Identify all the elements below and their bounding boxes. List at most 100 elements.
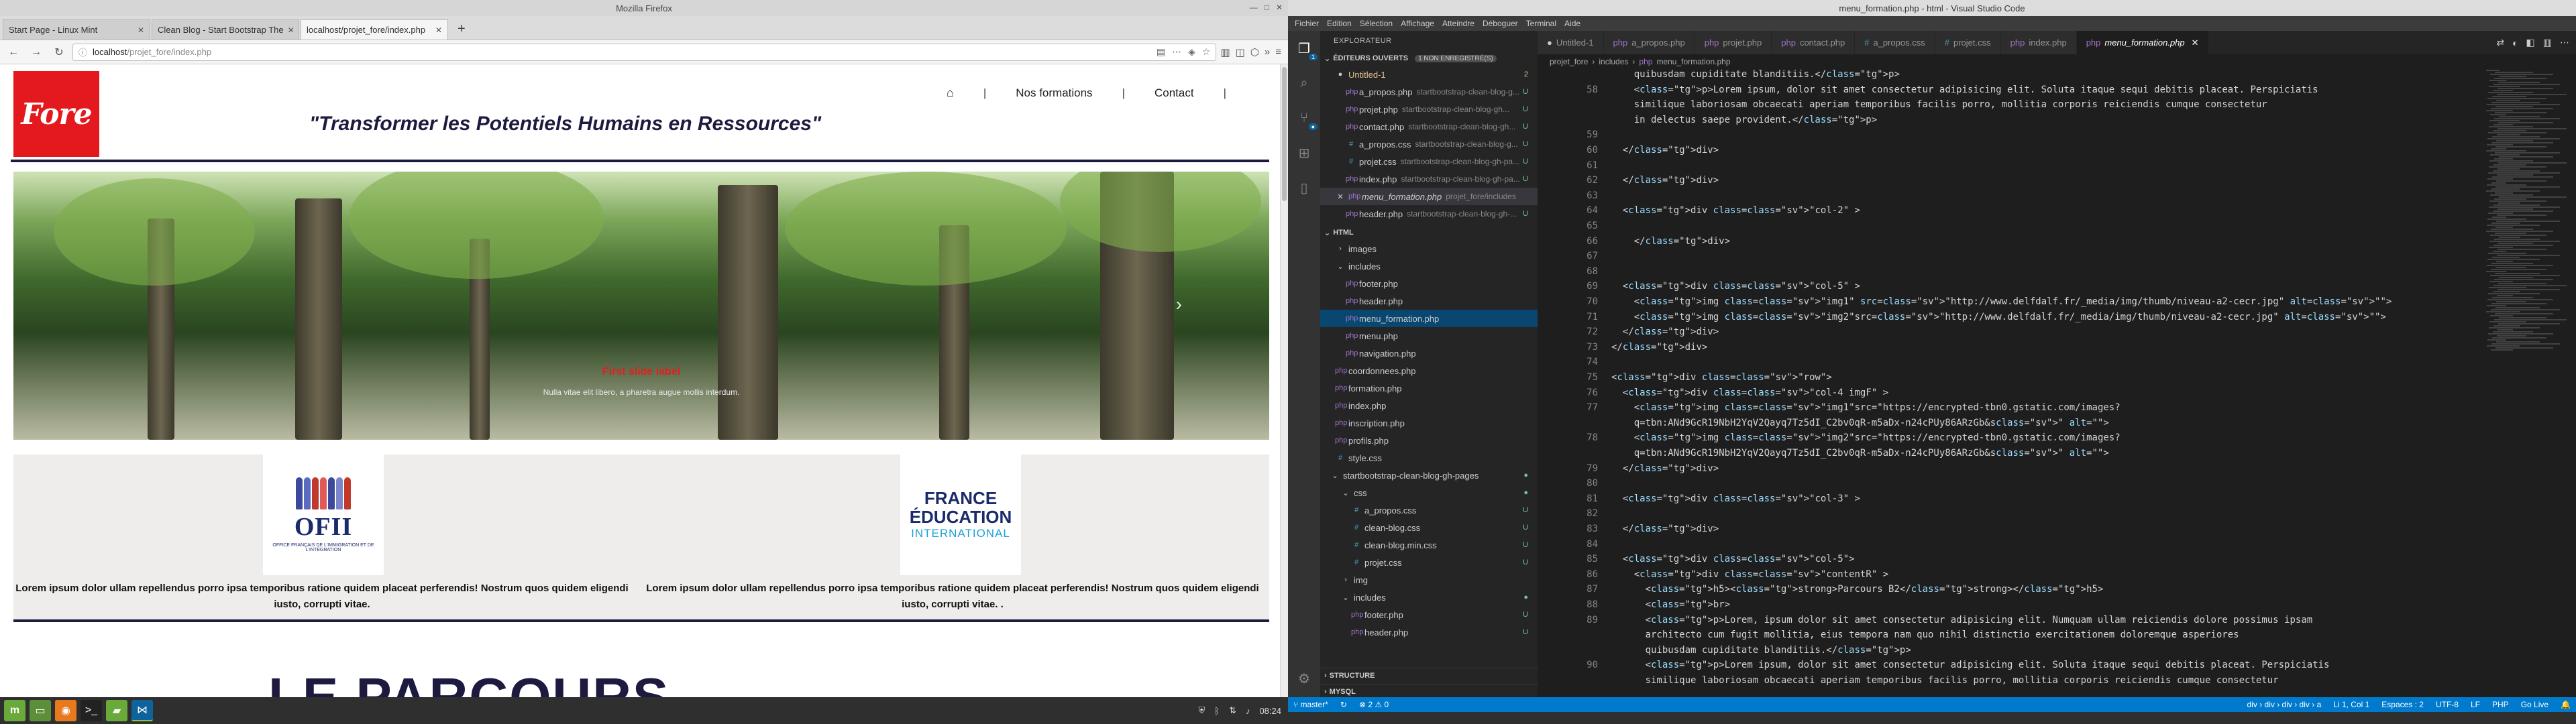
explorer-icon[interactable]: ❐ 1 xyxy=(1295,39,1318,60)
status-eol[interactable]: LF xyxy=(2471,700,2480,709)
browser-tab[interactable]: Start Page - Linux Mint ✕ xyxy=(3,19,150,40)
code-editor[interactable]: quibusdam cupiditate blanditiis.</class=… xyxy=(1538,69,2463,697)
firefox-launcher-icon[interactable]: ◉ xyxy=(55,700,76,721)
tree-file[interactable]: php header.php U xyxy=(1320,623,1538,641)
menu-atteindre[interactable]: Atteindre xyxy=(1438,19,1479,28)
tree-folder[interactable]: ⌄ css ● xyxy=(1320,484,1538,501)
tree-folder[interactable]: ⌄ includes ● xyxy=(1320,589,1538,606)
pocket-icon[interactable]: ◈ xyxy=(1188,46,1195,58)
menu-deboguer[interactable]: Déboguer xyxy=(1479,19,1522,28)
status-go-live[interactable]: Go Live xyxy=(2521,700,2548,709)
open-editor-item-active[interactable]: ✕ php menu_formation.php projet_fore/includ… xyxy=(1320,188,1538,205)
reload-icon[interactable]: ↻ xyxy=(50,43,68,62)
bluetooth-icon[interactable]: ᛒ xyxy=(1214,706,1220,716)
code-line[interactable]: quibusdam cupiditate blanditiis.</class=… xyxy=(1611,69,1900,80)
code-line[interactable]: quibusdam cupiditate blanditiis.</class=… xyxy=(1611,645,1911,656)
info-icon[interactable]: ⓘ xyxy=(78,46,87,58)
editor-tab[interactable]: php a_propos.php xyxy=(1603,31,1695,54)
open-editors-header[interactable]: ⌄ ÉDITEURS OUVERTS 1 NON ENREGISTRÉ(S) xyxy=(1320,51,1538,66)
code-line[interactable]: <class="tg">p>Lorem, ipsum dolor sit ame… xyxy=(1611,615,2313,625)
open-editor-item[interactable]: php index.php startbootstrap-clean-blog-gh… xyxy=(1320,170,1538,188)
open-editor-item[interactable]: php header.php startbootstrap-clean-blog-g… xyxy=(1320,205,1538,223)
code-line[interactable]: <class="tg">div class=class="sv">"col-4 … xyxy=(1611,387,1888,398)
tree-folder[interactable]: ⌄ startbootstrap-clean-blog-gh-pages ● xyxy=(1320,467,1538,484)
tree-file[interactable]: php coordonnees.php xyxy=(1320,362,1538,379)
hero-carousel[interactable]: › First slide label Nulla vitae elit lib… xyxy=(13,172,1269,440)
database-icon[interactable]: ▯ xyxy=(1295,178,1313,197)
tree-file[interactable]: php footer.php xyxy=(1320,275,1538,292)
shield-icon[interactable]: ⛨ xyxy=(1198,705,1205,716)
browser-tab[interactable]: Clean Blog - Start Bootstrap The ✕ xyxy=(152,19,299,40)
editor-tab[interactable]: php projet.php xyxy=(1695,31,1772,54)
forward-icon[interactable]: → xyxy=(27,43,46,62)
home-icon[interactable]: ⌂ xyxy=(947,86,954,100)
sidebar-icon[interactable]: ◫ xyxy=(1236,46,1245,58)
tree-file[interactable]: php index.php xyxy=(1320,397,1538,414)
code-line[interactable]: <class="tg">br> xyxy=(1611,599,1730,610)
scrollbar-thumb[interactable] xyxy=(1282,67,1287,201)
hamburger-menu-icon[interactable]: ≡ xyxy=(1275,46,1281,58)
code-line[interactable]: <class="tg">h5><class="tg">strong>Parcou… xyxy=(1611,584,2104,595)
mint-menu-icon[interactable]: m xyxy=(4,700,25,721)
code-line[interactable]: </class="tg">div> xyxy=(1611,236,1730,247)
code-line[interactable]: </class="tg">div> xyxy=(1611,342,1707,353)
tree-file[interactable]: php profils.php xyxy=(1320,432,1538,449)
overflow-icon[interactable]: » xyxy=(1265,46,1270,58)
structure-header[interactable]: › STRUCTURE xyxy=(1320,668,1538,682)
network-icon[interactable]: ⇅ xyxy=(1229,705,1236,716)
clock[interactable]: 08:24 xyxy=(1259,706,1281,716)
tree-file[interactable]: php header.php xyxy=(1320,292,1538,310)
close-tab-icon[interactable]: ✕ xyxy=(431,25,442,35)
tree-file[interactable]: # clean-blog.min.css U xyxy=(1320,536,1538,554)
code-line[interactable]: architecto cum fugit mollitia, eius temp… xyxy=(1611,629,2239,640)
tree-file[interactable]: php inscription.php xyxy=(1320,414,1538,432)
mysql-header[interactable]: › MYSQL xyxy=(1320,684,1538,697)
source-control-icon[interactable]: ⑂ ● xyxy=(1295,109,1318,130)
page-actions-icon[interactable]: ⋯ xyxy=(1172,46,1181,58)
page-scrollbar[interactable] xyxy=(1280,64,1288,697)
open-editor-item[interactable]: # a_propos.css startbootstrap-clean-blog-g… xyxy=(1320,135,1538,153)
problems-indicator[interactable]: ⊗ 2 ⚠ 0 xyxy=(1359,700,1389,709)
status-element-path[interactable]: div › div › div › div › a xyxy=(2247,700,2322,709)
code-line[interactable]: <class="tg">div class=class="sv">"col-2"… xyxy=(1611,205,1860,216)
editor-tab[interactable]: php index.php xyxy=(2000,31,2077,54)
breadcrumb-item[interactable]: menu_formation.php xyxy=(1656,57,1730,66)
open-editor-item[interactable]: # projet.css startbootstrap-clean-blog-gh-… xyxy=(1320,153,1538,170)
preview-icon[interactable]: ◧ xyxy=(2526,37,2535,48)
terminal-launcher-icon[interactable]: >_ xyxy=(80,700,102,721)
menu-fichier[interactable]: Fichier xyxy=(1291,19,1323,28)
code-line[interactable]: <class="tg">div class=class="sv">"conten… xyxy=(1611,569,1888,580)
code-line[interactable]: in delectus saepe provident.</class="tg"… xyxy=(1611,115,1877,125)
volume-icon[interactable]: ♪ xyxy=(1246,706,1250,716)
bookmark-star-icon[interactable]: ☆ xyxy=(1202,46,1211,58)
menu-affichage[interactable]: Affichage xyxy=(1397,19,1438,28)
close-tab-icon[interactable]: ✕ xyxy=(133,25,144,35)
editor-tab[interactable]: ● Untitled-1 xyxy=(1538,31,1604,54)
tree-file[interactable]: # style.css xyxy=(1320,449,1538,467)
status-indentation[interactable]: Espaces : 2 xyxy=(2381,700,2424,709)
tree-file[interactable]: php menu.php xyxy=(1320,327,1538,345)
compare-icon[interactable]: ⇄ xyxy=(2496,37,2504,48)
close-tab-icon[interactable]: ✕ xyxy=(2192,38,2199,48)
editor-tab[interactable]: # projet.css xyxy=(1935,31,2001,54)
editor-tab-active[interactable]: php menu_formation.php ✕ xyxy=(2076,31,2209,54)
vscode-launcher-icon[interactable]: ⋈ xyxy=(131,700,153,721)
code-line[interactable]: <class="tg">img class=class="sv">"img2"s… xyxy=(1611,432,2121,443)
new-tab-icon[interactable]: + xyxy=(449,21,474,40)
open-editor-item[interactable]: php contact.php startbootstrap-clean-blog-… xyxy=(1320,118,1538,135)
code-line[interactable]: <class="tg">p>Lorem ipsum, dolor sit ame… xyxy=(1611,660,2330,670)
code-line[interactable]: similique laboriosam obcaecati aperiam t… xyxy=(1611,675,2279,686)
maximize-icon[interactable]: □ xyxy=(1265,3,1269,12)
settings-gear-icon[interactable]: ⚙ xyxy=(1295,669,1313,688)
show-desktop-icon[interactable]: ▭ xyxy=(30,700,51,721)
menu-terminal[interactable]: Terminal xyxy=(1522,19,1560,28)
code-line[interactable]: <class="tg">img class=class="sv">"img1" … xyxy=(1611,296,2392,307)
fore-logo[interactable]: Fore xyxy=(13,71,99,157)
minimap[interactable] xyxy=(2486,69,2567,697)
close-icon[interactable]: ✕ xyxy=(1276,3,1283,12)
menu-selection[interactable]: Sélection xyxy=(1356,19,1397,28)
sync-icon[interactable]: ↻ xyxy=(1340,700,1347,709)
code-line[interactable]: <class="tg">div class=class="sv">"col-3"… xyxy=(1611,493,1860,504)
editor-tab[interactable]: php contact.php xyxy=(1772,31,1856,54)
tree-file[interactable]: php footer.php U xyxy=(1320,606,1538,623)
